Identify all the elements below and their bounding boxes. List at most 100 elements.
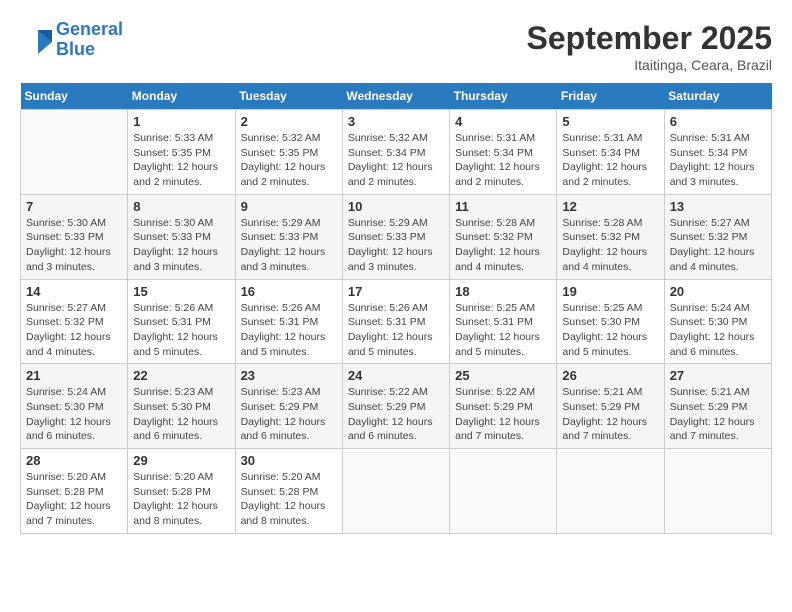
day-cell: 15 Sunrise: 5:26 AMSunset: 5:31 PMDayligh…	[128, 279, 235, 364]
day-info: Sunrise: 5:25 AMSunset: 5:31 PMDaylight:…	[455, 301, 551, 360]
day-number: 18	[455, 284, 551, 299]
day-number: 8	[133, 199, 229, 214]
day-number: 24	[348, 368, 444, 383]
day-info: Sunrise: 5:33 AMSunset: 5:35 PMDaylight:…	[133, 131, 229, 190]
day-cell	[450, 449, 557, 534]
day-cell: 8 Sunrise: 5:30 AMSunset: 5:33 PMDaylight…	[128, 194, 235, 279]
day-cell: 11Sunrise: 5:28 AMSunset: 5:32 PMDayligh…	[450, 194, 557, 279]
day-cell: 14 Sunrise: 5:27 AMSunset: 5:32 PMDayligh…	[21, 279, 128, 364]
day-info: Sunrise: 5:22 AMSunset: 5:29 PMDaylight:…	[348, 385, 444, 444]
day-cell: 29 Sunrise: 5:20 AMSunset: 5:28 PMDayligh…	[128, 449, 235, 534]
day-number: 14	[26, 284, 122, 299]
day-info: Sunrise: 5:21 AMSunset: 5:29 PMDaylight:…	[562, 385, 658, 444]
title-block: September 2025 Itaitinga, Ceara, Brazil	[527, 20, 772, 73]
day-cell: 23Sunrise: 5:23 AMSunset: 5:29 PMDayligh…	[235, 364, 342, 449]
day-cell: 26 Sunrise: 5:21 AMSunset: 5:29 PMDayligh…	[557, 364, 664, 449]
day-number: 26	[562, 368, 658, 383]
day-info: Sunrise: 5:23 AMSunset: 5:30 PMDaylight:…	[133, 385, 229, 444]
week-row-1: 1 Sunrise: 5:33 AMSunset: 5:35 PMDaylight…	[21, 110, 772, 195]
day-number: 29	[133, 453, 229, 468]
day-number: 20	[670, 284, 766, 299]
col-header-friday: Friday	[557, 83, 664, 110]
header-row: SundayMondayTuesdayWednesdayThursdayFrid…	[21, 83, 772, 110]
day-info: Sunrise: 5:30 AMSunset: 5:33 PMDaylight:…	[133, 216, 229, 275]
day-info: Sunrise: 5:29 AMSunset: 5:33 PMDaylight:…	[241, 216, 337, 275]
col-header-saturday: Saturday	[664, 83, 771, 110]
day-info: Sunrise: 5:26 AMSunset: 5:31 PMDaylight:…	[133, 301, 229, 360]
day-cell: 4 Sunrise: 5:31 AMSunset: 5:34 PMDaylight…	[450, 110, 557, 195]
day-number: 30	[241, 453, 337, 468]
day-cell: 7Sunrise: 5:30 AMSunset: 5:33 PMDaylight…	[21, 194, 128, 279]
week-row-3: 14 Sunrise: 5:27 AMSunset: 5:32 PMDayligh…	[21, 279, 772, 364]
logo-icon	[20, 26, 52, 54]
day-cell: 3 Sunrise: 5:32 AMSunset: 5:34 PMDaylight…	[342, 110, 449, 195]
day-info: Sunrise: 5:31 AMSunset: 5:34 PMDaylight:…	[455, 131, 551, 190]
day-cell: 16 Sunrise: 5:26 AMSunset: 5:31 PMDayligh…	[235, 279, 342, 364]
day-number: 17	[348, 284, 444, 299]
day-info: Sunrise: 5:26 AMSunset: 5:31 PMDaylight:…	[241, 301, 337, 360]
day-cell: 13Sunrise: 5:27 AMSunset: 5:32 PMDayligh…	[664, 194, 771, 279]
day-cell	[557, 449, 664, 534]
day-cell: 17Sunrise: 5:26 AMSunset: 5:31 PMDayligh…	[342, 279, 449, 364]
col-header-tuesday: Tuesday	[235, 83, 342, 110]
day-cell: 9 Sunrise: 5:29 AMSunset: 5:33 PMDaylight…	[235, 194, 342, 279]
day-number: 23	[241, 368, 337, 383]
day-number: 16	[241, 284, 337, 299]
day-cell	[21, 110, 128, 195]
col-header-wednesday: Wednesday	[342, 83, 449, 110]
day-info: Sunrise: 5:32 AMSunset: 5:34 PMDaylight:…	[348, 131, 444, 190]
col-header-sunday: Sunday	[21, 83, 128, 110]
location-subtitle: Itaitinga, Ceara, Brazil	[527, 57, 772, 73]
day-info: Sunrise: 5:20 AMSunset: 5:28 PMDaylight:…	[241, 470, 337, 529]
day-number: 5	[562, 114, 658, 129]
week-row-4: 21Sunrise: 5:24 AMSunset: 5:30 PMDayligh…	[21, 364, 772, 449]
day-number: 9	[241, 199, 337, 214]
day-info: Sunrise: 5:25 AMSunset: 5:30 PMDaylight:…	[562, 301, 658, 360]
day-number: 10	[348, 199, 444, 214]
day-cell: 28Sunrise: 5:20 AMSunset: 5:28 PMDayligh…	[21, 449, 128, 534]
day-info: Sunrise: 5:28 AMSunset: 5:32 PMDaylight:…	[562, 216, 658, 275]
day-number: 15	[133, 284, 229, 299]
logo: General Blue	[20, 20, 123, 60]
week-row-2: 7 Sunrise: 5:30 AMSunset: 5:33 PMDaylight…	[21, 194, 772, 279]
day-number: 2	[241, 114, 337, 129]
day-info: Sunrise: 5:29 AMSunset: 5:33 PMDaylight:…	[348, 216, 444, 275]
day-info: Sunrise: 5:31 AMSunset: 5:34 PMDaylight:…	[562, 131, 658, 190]
day-cell	[342, 449, 449, 534]
day-info: Sunrise: 5:20 AMSunset: 5:28 PMDaylight:…	[133, 470, 229, 529]
day-cell: 24 Sunrise: 5:22 AMSunset: 5:29 PMDayligh…	[342, 364, 449, 449]
day-number: 1	[133, 114, 229, 129]
day-number: 7	[26, 199, 122, 214]
day-info: Sunrise: 5:21 AMSunset: 5:29 PMDaylight:…	[670, 385, 766, 444]
page-header: General Blue September 2025 Itaitinga, C…	[20, 20, 772, 73]
day-info: Sunrise: 5:31 AMSunset: 5:34 PMDaylight:…	[670, 131, 766, 190]
col-header-monday: Monday	[128, 83, 235, 110]
day-number: 12	[562, 199, 658, 214]
day-number: 19	[562, 284, 658, 299]
col-header-thursday: Thursday	[450, 83, 557, 110]
day-cell: 2 Sunrise: 5:32 AMSunset: 5:35 PMDaylight…	[235, 110, 342, 195]
day-number: 22	[133, 368, 229, 383]
day-cell: 27 Sunrise: 5:21 AMSunset: 5:29 PMDayligh…	[664, 364, 771, 449]
day-info: Sunrise: 5:27 AMSunset: 5:32 PMDaylight:…	[26, 301, 122, 360]
day-cell	[664, 449, 771, 534]
day-cell: 6 Sunrise: 5:31 AMSunset: 5:34 PMDaylight…	[664, 110, 771, 195]
day-cell: 25 Sunrise: 5:22 AMSunset: 5:29 PMDayligh…	[450, 364, 557, 449]
day-cell: 21Sunrise: 5:24 AMSunset: 5:30 PMDayligh…	[21, 364, 128, 449]
day-cell: 18 Sunrise: 5:25 AMSunset: 5:31 PMDayligh…	[450, 279, 557, 364]
day-number: 6	[670, 114, 766, 129]
month-title: September 2025	[527, 20, 772, 57]
day-cell: 1 Sunrise: 5:33 AMSunset: 5:35 PMDaylight…	[128, 110, 235, 195]
day-number: 25	[455, 368, 551, 383]
day-info: Sunrise: 5:22 AMSunset: 5:29 PMDaylight:…	[455, 385, 551, 444]
day-info: Sunrise: 5:32 AMSunset: 5:35 PMDaylight:…	[241, 131, 337, 190]
day-cell: 20 Sunrise: 5:24 AMSunset: 5:30 PMDayligh…	[664, 279, 771, 364]
day-number: 27	[670, 368, 766, 383]
day-info: Sunrise: 5:24 AMSunset: 5:30 PMDaylight:…	[670, 301, 766, 360]
day-info: Sunrise: 5:28 AMSunset: 5:32 PMDaylight:…	[455, 216, 551, 275]
week-row-5: 28Sunrise: 5:20 AMSunset: 5:28 PMDayligh…	[21, 449, 772, 534]
day-info: Sunrise: 5:24 AMSunset: 5:30 PMDaylight:…	[26, 385, 122, 444]
day-info: Sunrise: 5:27 AMSunset: 5:32 PMDaylight:…	[670, 216, 766, 275]
day-number: 3	[348, 114, 444, 129]
day-number: 4	[455, 114, 551, 129]
